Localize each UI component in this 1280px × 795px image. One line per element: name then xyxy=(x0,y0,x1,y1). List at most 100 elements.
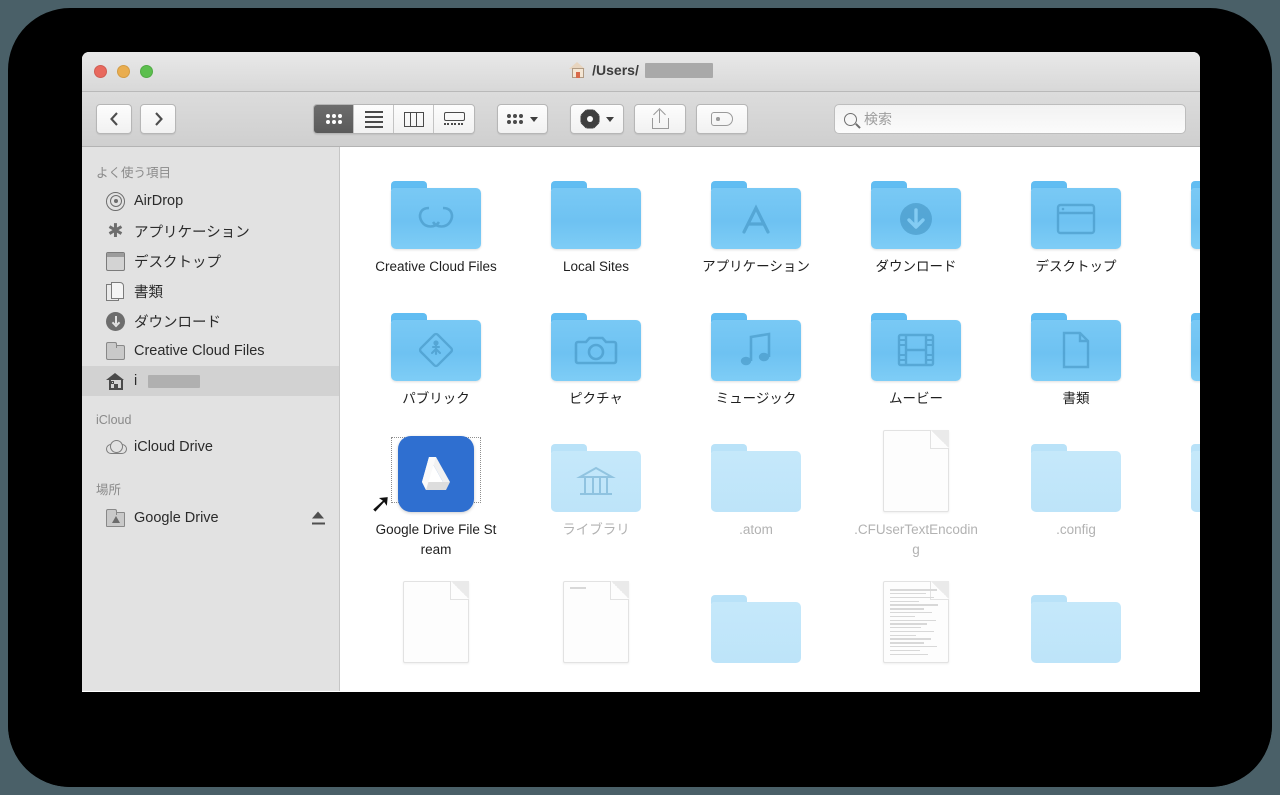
window-titlebar: /Users/ xyxy=(82,52,1200,92)
eject-icon[interactable] xyxy=(312,511,325,525)
folder-icon xyxy=(702,428,810,513)
file-label: 書類 xyxy=(1062,390,1090,406)
folder-icon xyxy=(702,579,810,664)
search-input[interactable]: 検索 xyxy=(834,104,1186,134)
window-icon xyxy=(1055,202,1097,236)
google-drive-icon: ➚ xyxy=(370,428,490,516)
grid-icon xyxy=(325,114,342,124)
action-button[interactable] xyxy=(570,104,624,134)
file-label: ダウンロード xyxy=(875,259,957,274)
file-item[interactable]: アプリケーション xyxy=(676,165,836,277)
public-walker-icon xyxy=(415,329,457,371)
share-icon xyxy=(651,107,669,129)
sidebar-item-home[interactable]: i xyxy=(82,366,339,396)
file-item[interactable]: デスクトップ xyxy=(996,165,1156,277)
cloud-icon xyxy=(106,438,127,457)
column-view-button[interactable] xyxy=(394,105,434,133)
file-item[interactable] xyxy=(836,579,996,671)
tags-button[interactable] xyxy=(696,104,748,134)
file-label: Creative Cloud Files xyxy=(375,259,497,274)
file-item[interactable]: .CFUserTextEncoding xyxy=(836,428,996,559)
file-item[interactable]: 書類 xyxy=(996,297,1156,409)
sidebar-item-label: デスクトップ xyxy=(134,254,221,271)
chevron-down-icon xyxy=(530,116,538,122)
grid-icon xyxy=(507,114,523,124)
back-button[interactable] xyxy=(96,104,132,134)
gallery-view-button[interactable] xyxy=(434,105,474,133)
text-page-icon xyxy=(862,579,970,664)
appstore-icon xyxy=(736,200,776,238)
icon-grid: Creative Cloud Files Local Sites アプリケーショ… xyxy=(340,165,1200,671)
folder-icon xyxy=(1022,165,1130,249)
home-icon xyxy=(569,62,586,78)
folder-icon xyxy=(862,297,970,381)
window-body: よく使う項目 AirDrop ✱ アプリケーション デスクトップ 書類 ダウンロ… xyxy=(82,147,1200,691)
file-label: デスクトップ xyxy=(1035,259,1117,274)
alias-arrow-icon: ➚ xyxy=(370,488,392,519)
sidebar-item-downloads[interactable]: ダウンロード xyxy=(82,306,339,336)
file-item[interactable] xyxy=(996,579,1156,671)
sidebar-item-desktop[interactable]: デスクトップ xyxy=(82,246,339,276)
share-button[interactable] xyxy=(634,104,686,134)
file-label: ムービー xyxy=(889,390,943,406)
file-item[interactable] xyxy=(516,579,676,671)
home-icon xyxy=(106,372,125,391)
file-item[interactable] xyxy=(356,579,516,671)
file-item[interactable] xyxy=(1156,297,1200,409)
screenshot-bottom-crop xyxy=(8,692,1272,787)
file-label: Local Sites xyxy=(562,259,630,274)
file-item[interactable]: ダウンロード xyxy=(836,165,996,277)
sidebar-item-google-drive[interactable]: Google Drive xyxy=(82,503,339,533)
applications-icon: ✱ xyxy=(107,220,124,242)
folder-icon xyxy=(1182,165,1200,249)
columns-icon xyxy=(403,111,424,127)
list-view-button[interactable] xyxy=(354,105,394,133)
google-drive-folder-icon xyxy=(106,508,125,527)
file-label: .config xyxy=(1056,522,1096,538)
folder-icon xyxy=(1022,297,1130,381)
file-item[interactable]: ➚ Google Drive File Stream xyxy=(356,428,516,559)
forward-button[interactable] xyxy=(140,104,176,134)
chevron-down-icon xyxy=(606,116,614,122)
file-item[interactable]: .atom xyxy=(676,428,836,559)
sidebar-item-icloud-drive[interactable]: iCloud Drive xyxy=(82,432,339,462)
file-item[interactable]: パブリック xyxy=(356,297,516,409)
search-placeholder: 検索 xyxy=(864,111,892,127)
file-item[interactable]: ミュージック xyxy=(676,297,836,409)
folder-icon xyxy=(1182,297,1200,381)
file-item[interactable]: Creative Cloud Files xyxy=(356,165,516,277)
sidebar-item-applications[interactable]: ✱ アプリケーション xyxy=(82,216,339,246)
file-item[interactable] xyxy=(1156,579,1200,671)
sidebar-item-documents[interactable]: 書類 xyxy=(82,276,339,306)
folder-icon xyxy=(1022,428,1130,513)
file-item[interactable] xyxy=(1156,428,1200,559)
file-item[interactable] xyxy=(1156,165,1200,277)
sidebar-item-label: ダウンロード xyxy=(134,314,221,331)
library-columns-icon xyxy=(576,464,616,500)
sidebar-item-airdrop[interactable]: AirDrop xyxy=(82,186,339,216)
view-mode-segmented-control xyxy=(313,104,475,134)
blank-page-icon xyxy=(1182,579,1200,663)
file-item[interactable]: ライブラリ xyxy=(516,428,676,559)
sidebar-section-icloud-header: iCloud xyxy=(96,413,132,427)
download-arrow-icon xyxy=(896,199,936,239)
file-item[interactable]: ムービー xyxy=(836,297,996,409)
folder-icon xyxy=(382,165,490,249)
file-item[interactable]: ピクチャ xyxy=(516,297,676,409)
music-note-icon xyxy=(738,330,774,370)
folder-icon xyxy=(702,165,810,249)
blank-page-icon xyxy=(542,579,650,664)
folder-icon xyxy=(542,165,650,249)
file-label: ミュージック xyxy=(715,390,797,406)
file-item[interactable]: Local Sites xyxy=(516,165,676,277)
documents-icon xyxy=(106,281,125,301)
icon-view-button[interactable] xyxy=(314,105,354,133)
sidebar-item-label: アプリケーション xyxy=(134,224,250,241)
creative-cloud-icon xyxy=(413,202,459,236)
arrange-button[interactable] xyxy=(497,104,548,134)
sidebar-item-label: i xyxy=(134,373,138,389)
file-item[interactable] xyxy=(676,579,836,671)
toolbar: 検索 xyxy=(82,92,1200,147)
file-item[interactable]: .config xyxy=(996,428,1156,559)
sidebar-item-creative-cloud-files[interactable]: Creative Cloud Files xyxy=(82,336,339,366)
